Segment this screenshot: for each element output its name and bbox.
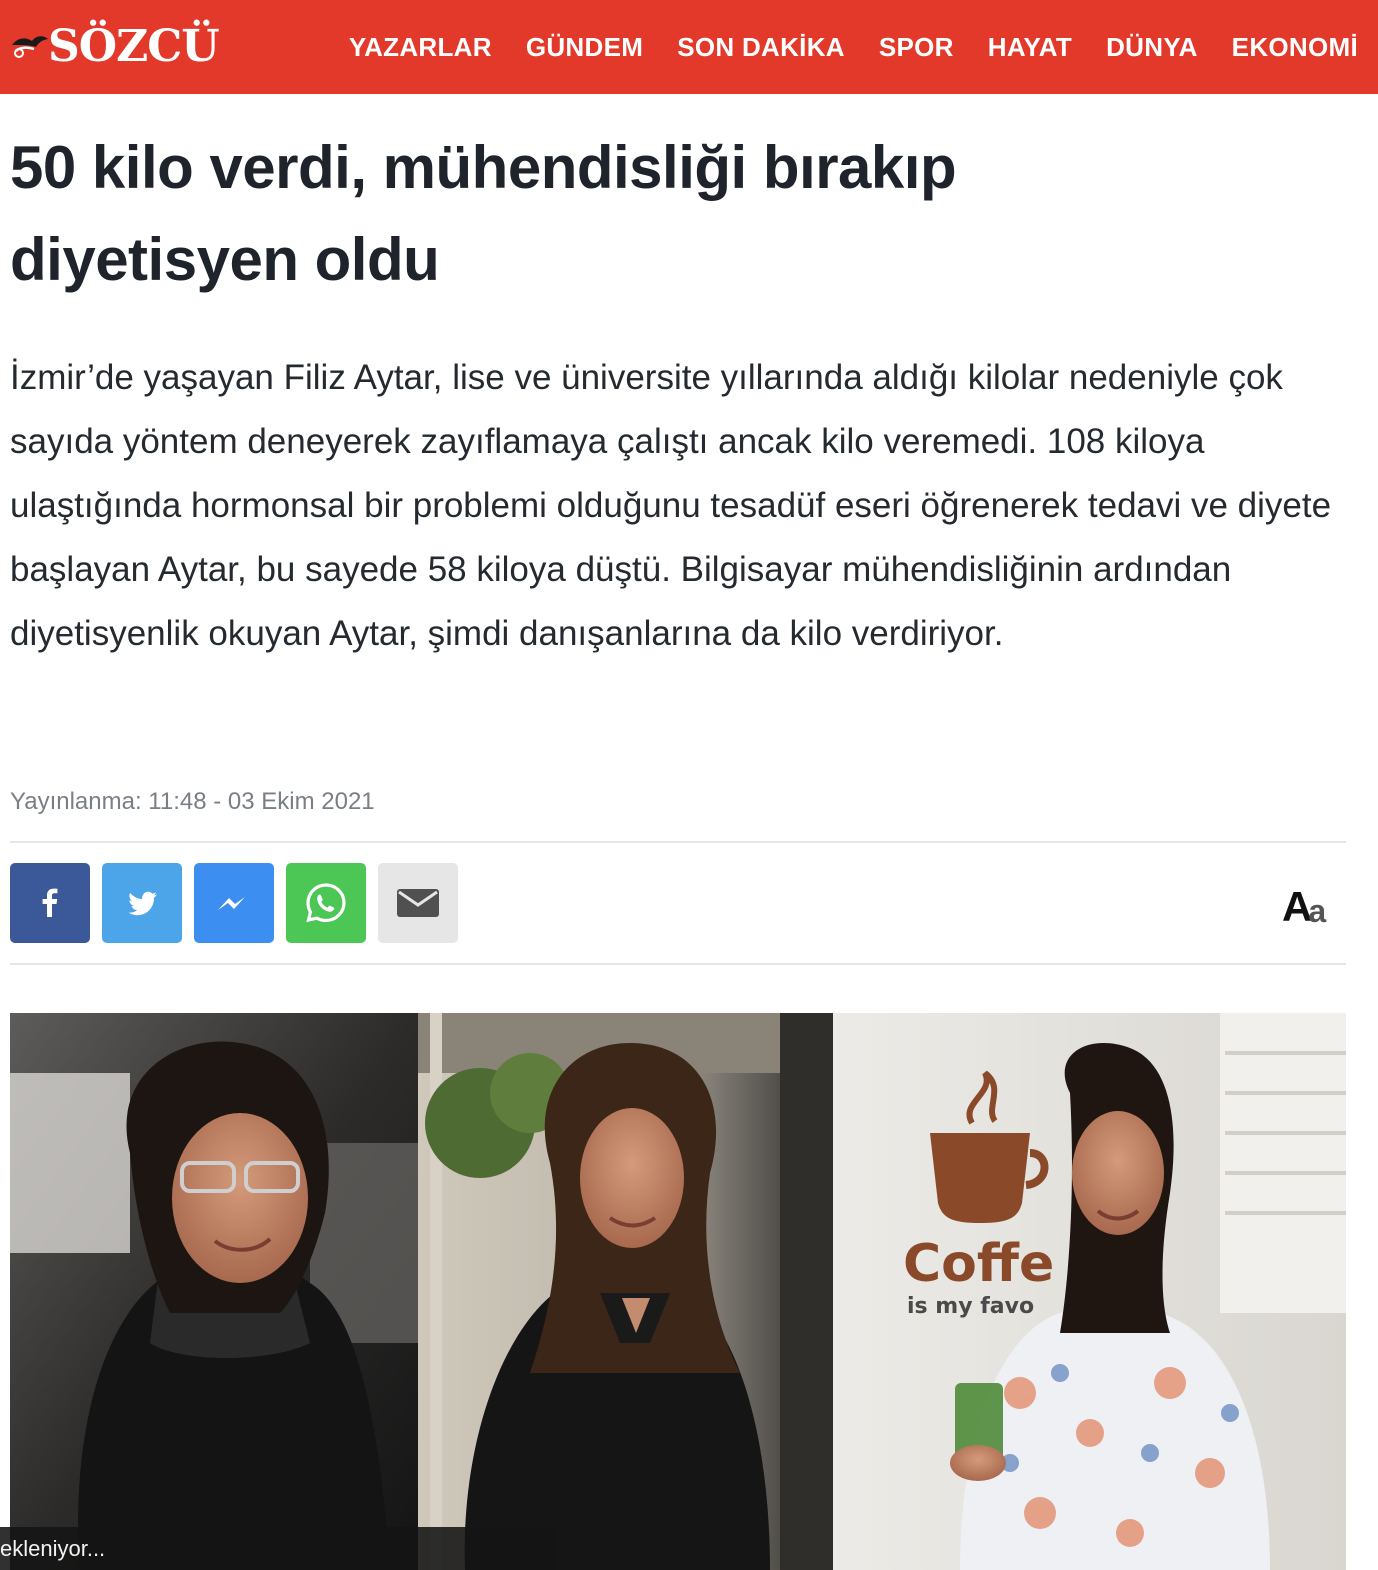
nav-ekonomi[interactable]: EKONOMİ xyxy=(1232,32,1358,63)
email-icon xyxy=(397,889,439,917)
email-share-button[interactable] xyxy=(378,863,458,943)
publish-date: Yayınlanma: 11:48 - 03 Ekim 2021 xyxy=(10,788,375,815)
bird-icon xyxy=(12,36,48,58)
article-lead: İzmir’de yaşayan Filiz Aytar, lise ve ün… xyxy=(10,358,1332,653)
coffee-sign-subtext: is my favo xyxy=(907,1294,1034,1319)
facebook-icon xyxy=(42,888,58,917)
whatsapp-share-button[interactable] xyxy=(286,863,366,943)
nav-spor[interactable]: SPOR xyxy=(879,32,954,63)
twitter-share-button[interactable] xyxy=(102,863,182,943)
nav-son-dakika[interactable]: SON DAKİKA xyxy=(677,32,845,63)
article-headline: 50 kilo verdi, mühendisliği bırakıp diye… xyxy=(10,122,1310,306)
facebook-share-button[interactable] xyxy=(10,863,90,943)
loading-toast: ekleniyor... xyxy=(0,1527,556,1570)
font-size-small-glyph: a xyxy=(1308,893,1327,929)
whatsapp-icon xyxy=(306,883,346,923)
nav-hayat[interactable]: HAYAT xyxy=(988,32,1072,63)
headline-line-1: 50 kilo verdi, mühendisliği bırakıp xyxy=(10,134,957,201)
font-size-toggle[interactable]: A a xyxy=(1282,878,1332,930)
nav-dunya[interactable]: DÜNYA xyxy=(1106,32,1198,63)
sozcu-logo[interactable]: SÖZCÜ xyxy=(10,18,220,74)
logo-text: SÖZCÜ xyxy=(48,20,220,72)
twitter-icon xyxy=(128,891,157,916)
share-buttons xyxy=(10,863,458,943)
font-size-big-glyph: A xyxy=(1282,883,1312,930)
divider xyxy=(10,963,1346,965)
divider xyxy=(10,841,1346,843)
article-photo[interactable]: Coffe is my favo xyxy=(10,1013,1346,1570)
top-navigation-bar: SÖZCÜ YAZARLAR GÜNDEM SON DAKİKA SPOR HA… xyxy=(0,0,1378,94)
messenger-share-button[interactable] xyxy=(194,863,274,943)
article-photo-collage: Coffe is my favo xyxy=(10,1013,1346,1570)
nav-yazarlar[interactable]: YAZARLAR xyxy=(349,32,492,63)
coffee-sign-text: Coffe xyxy=(903,1234,1054,1294)
nav-gundem[interactable]: GÜNDEM xyxy=(526,32,643,63)
headline-line-2: diyetisyen oldu xyxy=(10,226,440,293)
main-nav: YAZARLAR GÜNDEM SON DAKİKA SPOR HAYAT DÜ… xyxy=(349,0,1358,94)
messenger-icon xyxy=(218,897,245,910)
